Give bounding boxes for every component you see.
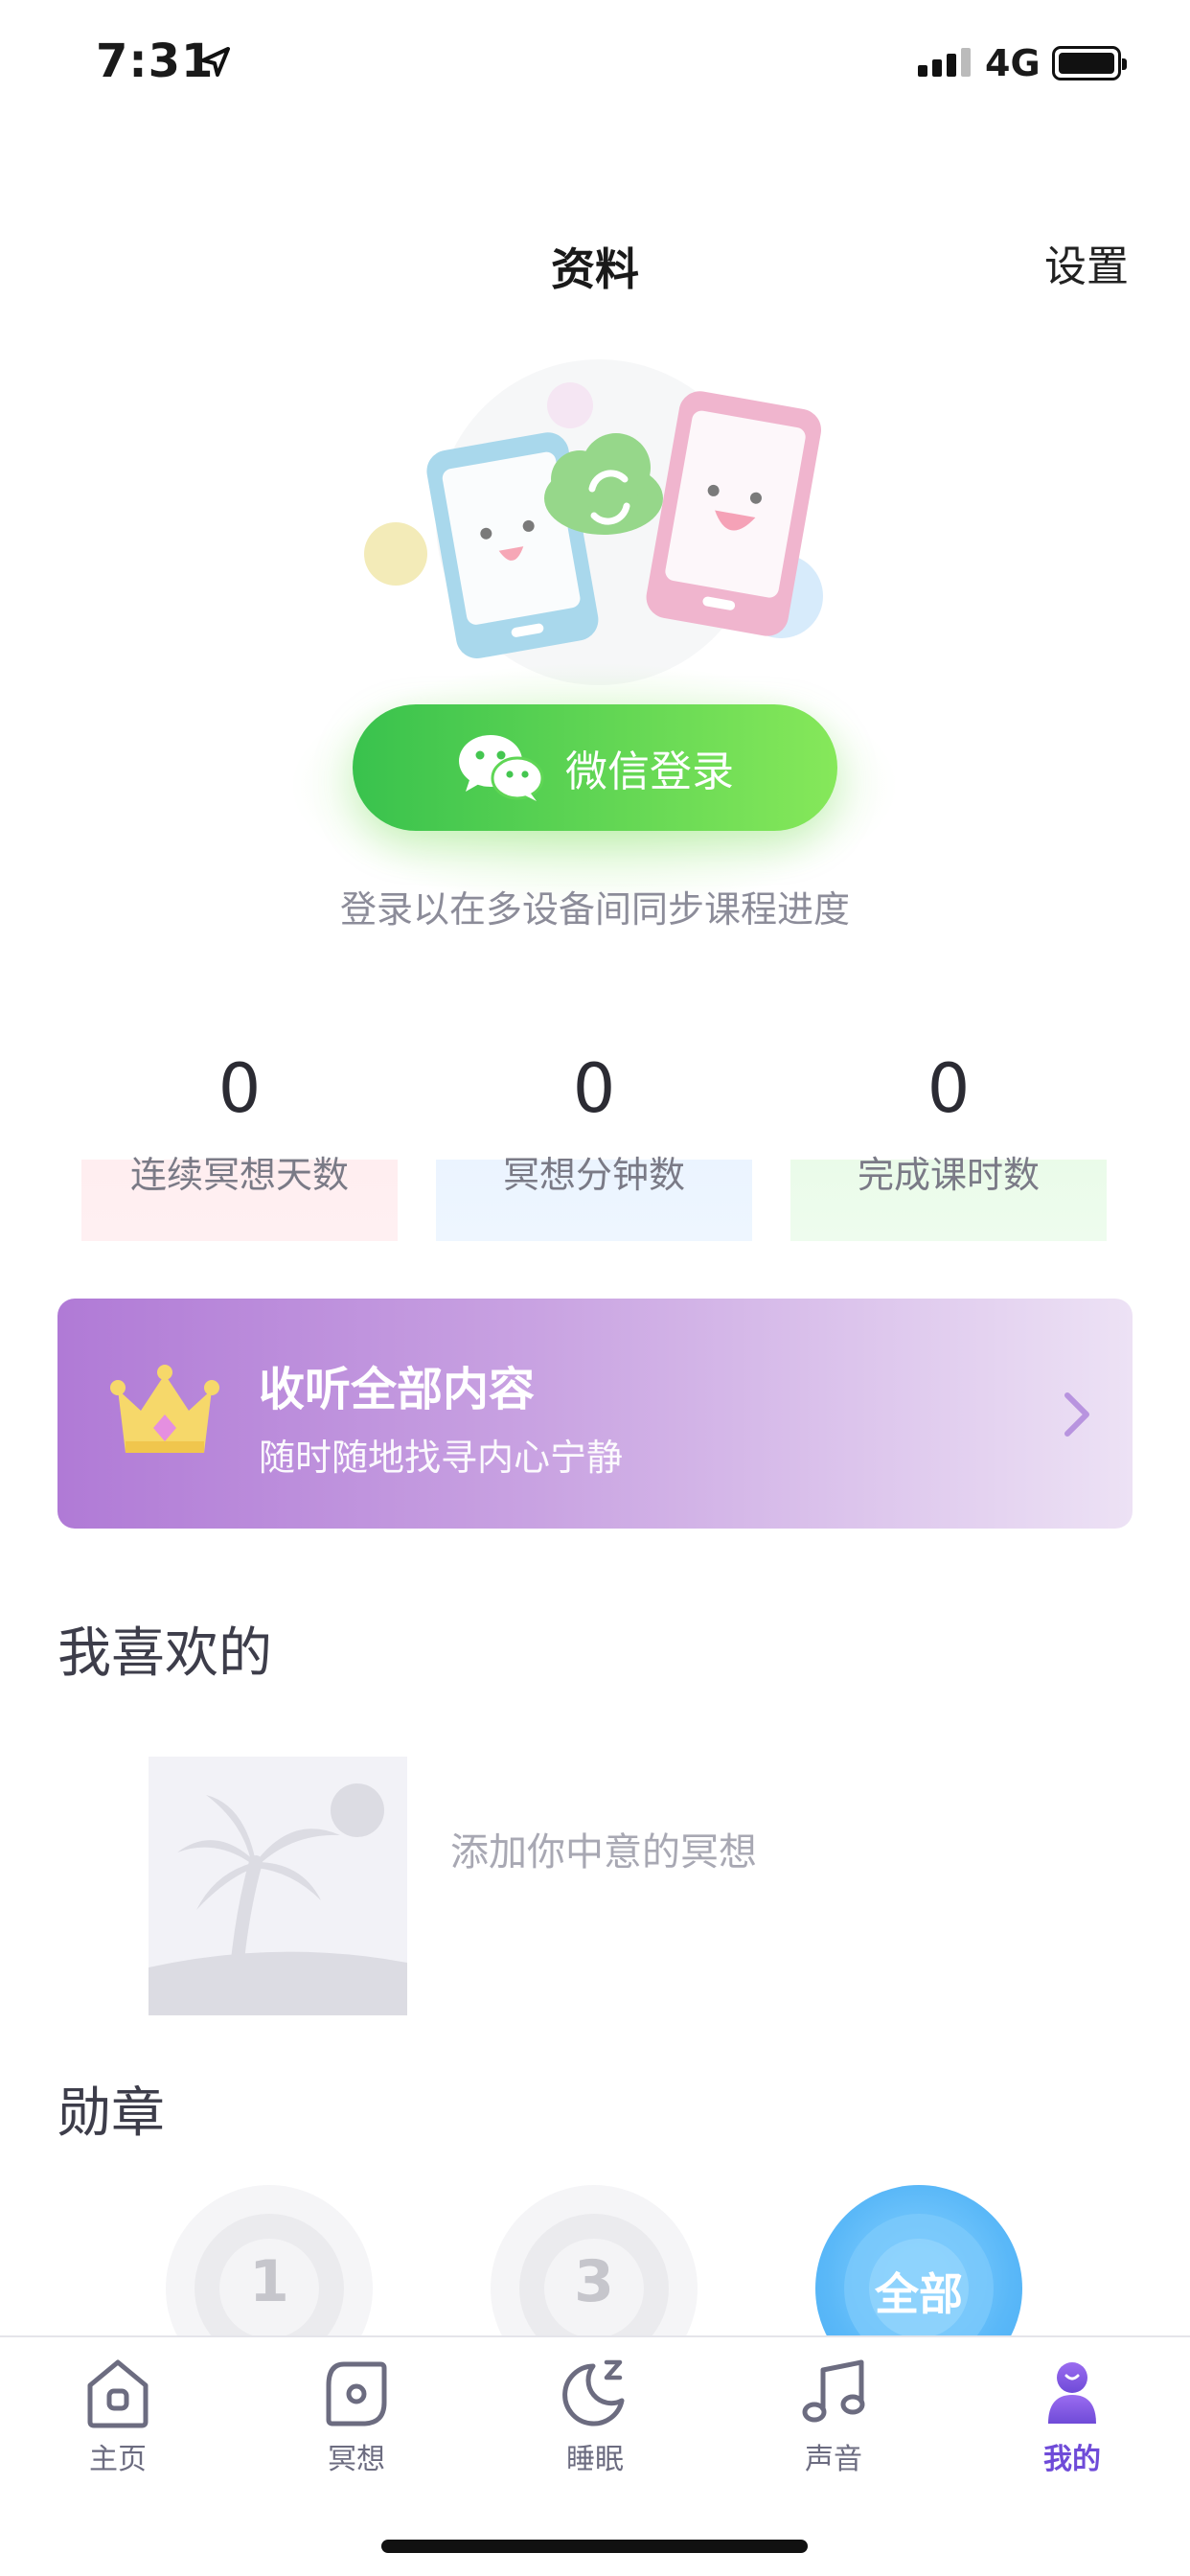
badges-row: 1 3 全部 (0, 2185, 1190, 2338)
premium-banner[interactable]: 收听全部内容 随时随地找寻内心宁静 (57, 1299, 1133, 1529)
premium-title: 收听全部内容 (259, 1363, 536, 1416)
chevron-right-icon (1064, 1392, 1089, 1437)
tab-sounds[interactable]: 声音 (738, 2357, 929, 2500)
home-icon (87, 2359, 149, 2428)
stat-label: 完成课时数 (857, 1154, 1040, 1196)
badge-number: 3 (574, 2248, 614, 2315)
tab-meditate[interactable]: 冥想 (261, 2357, 452, 2500)
settings-button[interactable]: 设置 (1044, 232, 1129, 293)
moon-icon (562, 2359, 625, 2426)
badge-all[interactable]: 全部 (815, 2185, 1022, 2338)
status-bar: 7:31 4G (0, 0, 1190, 129)
stat-streak-days: 0 连续冥想天数 (57, 1049, 398, 1241)
tab-profile[interactable]: 我的 (976, 2357, 1168, 2500)
tab-label: 冥想 (328, 2443, 385, 2476)
login-hint-text: 登录以在多设备间同步课程进度 (339, 888, 850, 931)
favorites-empty-text: 添加你中意的冥想 (450, 1830, 757, 1874)
badge-label: 全部 (875, 2268, 963, 2320)
stats-row: 0 连续冥想天数 0 冥想分钟数 0 完成课时数 (57, 1049, 1133, 1241)
tab-label: 我的 (1043, 2443, 1101, 2476)
wechat-login-label: 微信登录 (565, 748, 734, 796)
tab-sleep[interactable]: 睡眠 (499, 2357, 691, 2500)
favorites-placeholder-image[interactable] (149, 1757, 407, 2015)
location-arrow-icon (201, 47, 230, 77)
palm-tree-placeholder-icon (149, 1757, 407, 2015)
music-icon (802, 2359, 865, 2423)
tab-label: 声音 (805, 2443, 862, 2476)
wechat-icon (459, 735, 544, 801)
tab-label: 睡眠 (566, 2443, 624, 2476)
badges-heading: 勋章 (57, 2082, 165, 2145)
favorites-heading: 我喜欢的 (57, 1622, 272, 1685)
status-time: 7:31 (96, 34, 215, 88)
tab-home[interactable]: 主页 (22, 2357, 214, 2500)
stat-label: 冥想分钟数 (502, 1154, 685, 1196)
tab-label: 主页 (89, 2443, 147, 2476)
profile-page: 7:31 4G 资料 设置 微信登录 登录以在多设备间同步课程进度 0 连续冥想… (0, 0, 1190, 2576)
stat-value: 0 (927, 1049, 971, 1128)
badge-1[interactable]: 1 (166, 2185, 373, 2338)
profile-icon (1048, 2362, 1096, 2424)
meditate-icon (326, 2361, 387, 2426)
cellular-signal-icon (918, 48, 971, 77)
battery-icon (1052, 46, 1127, 80)
stat-label: 连续冥想天数 (129, 1154, 349, 1196)
premium-subtitle: 随时随地找寻内心宁静 (259, 1437, 624, 1479)
stat-meditation-minutes: 0 冥想分钟数 (412, 1049, 752, 1241)
stat-value: 0 (217, 1049, 262, 1128)
page-title: 资料 (551, 243, 639, 295)
wechat-login-button[interactable]: 微信登录 (353, 704, 837, 831)
stat-completed-lessons: 0 完成课时数 (767, 1049, 1107, 1241)
badge-number: 1 (249, 2248, 289, 2315)
bottom-tab-bar: 主页 冥想 睡眠 声音 我的 (0, 2335, 1190, 2576)
sync-devices-illustration (364, 359, 823, 685)
badge-3[interactable]: 3 (491, 2185, 698, 2338)
stat-value: 0 (572, 1049, 616, 1128)
crown-icon (110, 1365, 219, 1453)
home-indicator[interactable] (381, 2540, 808, 2553)
network-type: 4G (985, 42, 1041, 84)
